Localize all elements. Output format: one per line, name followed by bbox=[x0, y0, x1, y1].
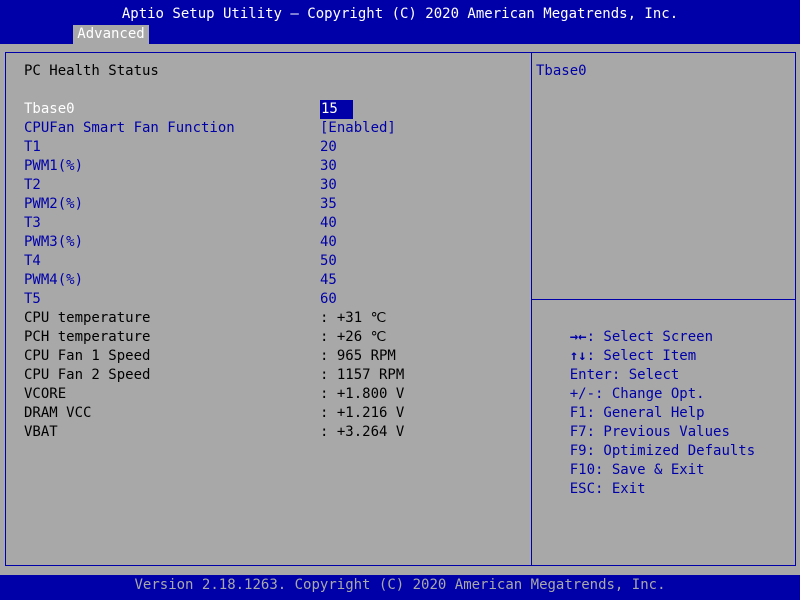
setting-t3[interactable]: T3 40 bbox=[24, 214, 524, 233]
setting-t5[interactable]: T5 60 bbox=[24, 290, 524, 309]
version-text: Version 2.18.1263. Copyright (C) 2020 Am… bbox=[134, 577, 666, 593]
title-bar: Aptio Setup Utility – Copyright (C) 2020… bbox=[0, 0, 800, 44]
monitor-pch-temperature: PCH temperature : +26 ℃ bbox=[24, 328, 524, 347]
key-name: ESC bbox=[569, 481, 596, 497]
key-help-exit: ESC: Exit bbox=[536, 461, 646, 497]
monitor-value: : 965 RPM bbox=[320, 348, 396, 364]
help-title: Tbase0 bbox=[536, 63, 587, 79]
key-help-save-exit: F10: Save & Exit bbox=[536, 442, 705, 478]
setting-t1[interactable]: T1 20 bbox=[24, 138, 524, 157]
monitor-cpu-fan-1-speed: CPU Fan 1 Speed : 965 RPM bbox=[24, 347, 524, 366]
key-help-optimized-defaults: F9: Optimized Defaults bbox=[536, 423, 755, 459]
monitor-value: : +31 ℃ bbox=[320, 310, 387, 326]
setting-label: T3 bbox=[24, 215, 41, 231]
monitor-value: : +3.264 V bbox=[320, 424, 405, 440]
setting-pwm2[interactable]: PWM2(%) 35 bbox=[24, 195, 524, 214]
monitor-label: CPU temperature bbox=[24, 310, 151, 326]
setting-value[interactable]: 35 bbox=[320, 195, 337, 214]
setting-pwm4[interactable]: PWM4(%) 45 bbox=[24, 271, 524, 290]
monitor-value: : +1.800 V bbox=[320, 386, 405, 402]
setting-pwm3[interactable]: PWM3(%) 40 bbox=[24, 233, 524, 252]
key-help-general-help: F1: General Help bbox=[536, 385, 705, 421]
bios-screen: Aptio Setup Utility – Copyright (C) 2020… bbox=[0, 0, 800, 600]
setting-label: Tbase0 bbox=[24, 101, 75, 117]
setting-value[interactable]: 40 bbox=[320, 233, 337, 252]
setting-label: T4 bbox=[24, 253, 41, 269]
setting-value[interactable]: 50 bbox=[320, 252, 337, 271]
setting-label: PWM3(%) bbox=[24, 234, 84, 250]
status-bar: Version 2.18.1263. Copyright (C) 2020 Am… bbox=[0, 575, 800, 600]
monitor-vcore: VCORE : +1.800 V bbox=[24, 385, 524, 404]
setting-value[interactable]: [Enabled] bbox=[320, 119, 396, 138]
monitor-label: CPU Fan 2 Speed bbox=[24, 367, 151, 383]
setting-t2[interactable]: T2 30 bbox=[24, 176, 524, 195]
key-help-select-item: ↑↓: Select Item bbox=[536, 328, 696, 364]
key-help-previous-values: F7: Previous Values bbox=[536, 404, 730, 440]
setting-label: T1 bbox=[24, 139, 41, 155]
setting-value[interactable]: 60 bbox=[320, 290, 337, 309]
monitor-label: CPU Fan 1 Speed bbox=[24, 348, 151, 364]
tab-advanced[interactable]: Advanced bbox=[73, 25, 149, 44]
monitor-cpu-fan-2-speed: CPU Fan 2 Speed : 1157 RPM bbox=[24, 366, 524, 385]
setting-cpufan-smart-fan-function[interactable]: CPUFan Smart Fan Function [Enabled] bbox=[24, 119, 524, 138]
setting-value[interactable]: 45 bbox=[320, 271, 337, 290]
setting-value[interactable]: 30 bbox=[320, 157, 337, 176]
section-title: PC Health Status bbox=[24, 63, 159, 79]
setting-value[interactable]: 15 bbox=[320, 100, 353, 119]
setting-label: PWM1(%) bbox=[24, 158, 84, 174]
setting-label: PWM4(%) bbox=[24, 272, 84, 288]
setting-label: PWM2(%) bbox=[24, 196, 84, 212]
key-help-select-screen: →←: Select Screen bbox=[536, 309, 713, 345]
monitor-value: : +26 ℃ bbox=[320, 329, 387, 345]
setting-pwm1[interactable]: PWM1(%) 30 bbox=[24, 157, 524, 176]
setting-tbase0[interactable]: Tbase0 15 bbox=[24, 100, 524, 119]
monitor-value: : +1.216 V bbox=[320, 405, 405, 421]
monitor-label: VBAT bbox=[24, 424, 58, 440]
key-desc: : Exit bbox=[595, 481, 646, 497]
monitor-vbat: VBAT : +3.264 V bbox=[24, 423, 524, 442]
setting-label: T2 bbox=[24, 177, 41, 193]
setting-label: T5 bbox=[24, 291, 41, 307]
setting-value[interactable]: 40 bbox=[320, 214, 337, 233]
monitor-dram-vcc: DRAM VCC : +1.216 V bbox=[24, 404, 524, 423]
monitor-value: : 1157 RPM bbox=[320, 367, 405, 383]
monitor-cpu-temperature: CPU temperature : +31 ℃ bbox=[24, 309, 524, 328]
monitor-label: VCORE bbox=[24, 386, 67, 402]
monitor-label: PCH temperature bbox=[24, 329, 151, 345]
key-help-change-opt: +/-: Change Opt. bbox=[536, 366, 705, 402]
monitor-label: DRAM VCC bbox=[24, 405, 92, 421]
setting-value[interactable]: 20 bbox=[320, 138, 337, 157]
setting-t4[interactable]: T4 50 bbox=[24, 252, 524, 271]
setting-label: CPUFan Smart Fan Function bbox=[24, 120, 235, 136]
key-help-enter: Enter: Select bbox=[536, 347, 680, 383]
help-divider bbox=[531, 299, 796, 300]
setting-value[interactable]: 30 bbox=[320, 176, 337, 195]
app-title: Aptio Setup Utility – Copyright (C) 2020… bbox=[121, 6, 679, 22]
